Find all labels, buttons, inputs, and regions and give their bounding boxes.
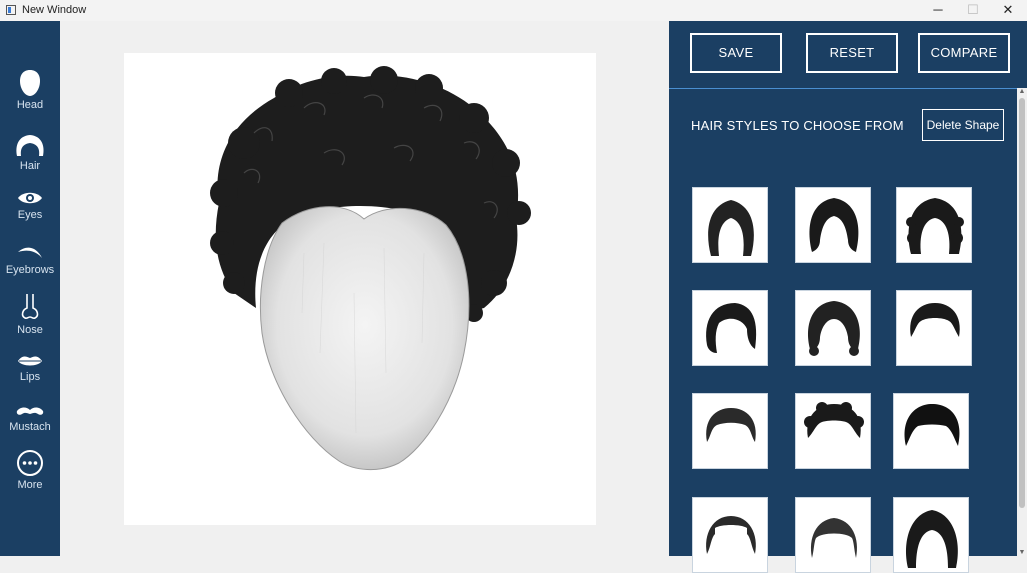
sidebar-item-hair[interactable]: Hair <box>0 132 60 172</box>
canvas-area <box>60 21 669 556</box>
hairstyle-thumbnail[interactable] <box>795 393 871 469</box>
hairstyle-thumbnail[interactable] <box>893 497 969 573</box>
short-hair-icon <box>910 303 960 337</box>
sidebar: Head Hair Eyes Eyebrows Nose Lips Mustac… <box>0 21 60 556</box>
side-bob-hair-icon <box>706 303 757 353</box>
hairstyle-thumbnail[interactable] <box>896 187 972 263</box>
wavy-bob-hair-icon <box>808 301 860 356</box>
shoulder-length-hair-icon <box>906 510 958 568</box>
right-panel: SAVE RESET COMPARE HAIR STYLES TO CHOOSE… <box>669 21 1027 573</box>
hairstyle-thumbnail[interactable] <box>692 187 768 263</box>
long-curly-hair-icon <box>906 198 964 254</box>
styles-scrollbar[interactable]: ▲ ▼ <box>1017 88 1027 556</box>
bald-top-hair-icon <box>810 518 858 558</box>
sidebar-item-head[interactable]: Head <box>0 69 60 111</box>
minimize-button[interactable]: ─ <box>921 0 955 21</box>
sidebar-item-lips[interactable]: Lips <box>0 353 60 383</box>
short-hair-icon <box>706 408 756 442</box>
sidebar-item-nose[interactable]: Nose <box>0 292 60 336</box>
long-straight-hair-icon <box>708 200 754 256</box>
hairstyle-thumbnail[interactable] <box>795 187 871 263</box>
sidebar-item-label: Hair <box>19 160 41 172</box>
eyebrow-icon <box>18 247 42 258</box>
save-button[interactable]: SAVE <box>690 33 782 73</box>
mustache-icon <box>16 407 44 415</box>
sidebar-item-label: More <box>17 479 43 491</box>
divider <box>669 88 1027 89</box>
window-title: New Window <box>22 4 87 16</box>
face-composite <box>210 66 531 471</box>
maximize-button[interactable]: ☐ <box>956 0 990 21</box>
scroll-up-icon[interactable]: ▲ <box>1017 88 1027 95</box>
sidebar-item-eyes[interactable]: Eyes <box>0 189 60 221</box>
more-icon <box>17 450 43 476</box>
head-icon <box>20 70 40 96</box>
sidebar-item-eyebrows[interactable]: Eyebrows <box>0 244 60 276</box>
app-icon <box>6 5 16 15</box>
scroll-down-icon[interactable]: ▼ <box>1017 549 1027 556</box>
lips-icon <box>18 356 42 366</box>
hair-icon <box>16 135 44 156</box>
short-curly-hair-icon <box>804 402 864 438</box>
hairstyle-thumbnail[interactable] <box>795 497 871 573</box>
hairstyle-thumbnail[interactable] <box>692 393 768 469</box>
sidebar-item-label: Mustach <box>9 421 51 433</box>
title-bar: New Window ─ ☐ ✕ <box>0 0 1027 21</box>
sidebar-item-mustach[interactable]: Mustach <box>0 405 60 433</box>
long-bob-hair-icon <box>809 198 859 252</box>
face-canvas[interactable] <box>124 53 596 525</box>
styles-heading: HAIR STYLES TO CHOOSE FROM <box>691 118 904 133</box>
short-textured-hair-icon <box>904 404 960 446</box>
compare-button[interactable]: COMPARE <box>918 33 1010 73</box>
close-button[interactable]: ✕ <box>991 0 1025 21</box>
face-shape <box>259 206 470 471</box>
sidebar-item-label: Nose <box>17 324 43 336</box>
nose-icon <box>21 294 39 320</box>
scrollbar-thumb[interactable] <box>1019 98 1025 508</box>
receding-hair-icon <box>706 516 756 554</box>
eye-icon <box>18 192 42 204</box>
sidebar-item-label: Head <box>16 99 44 111</box>
sidebar-item-label: Eyebrows <box>5 264 55 276</box>
sidebar-item-label: Eyes <box>17 209 43 221</box>
hairstyle-thumbnail[interactable] <box>896 290 972 366</box>
hairstyle-thumbnail[interactable] <box>692 497 768 573</box>
hairstyle-thumbnail[interactable] <box>795 290 871 366</box>
hairstyle-thumbnail[interactable] <box>893 393 969 469</box>
sidebar-item-more[interactable]: More <box>0 449 60 491</box>
hairstyle-thumbnail[interactable] <box>692 290 768 366</box>
reset-button[interactable]: RESET <box>806 33 898 73</box>
delete-shape-button[interactable]: Delete Shape <box>922 109 1004 141</box>
sidebar-item-label: Lips <box>19 371 41 383</box>
